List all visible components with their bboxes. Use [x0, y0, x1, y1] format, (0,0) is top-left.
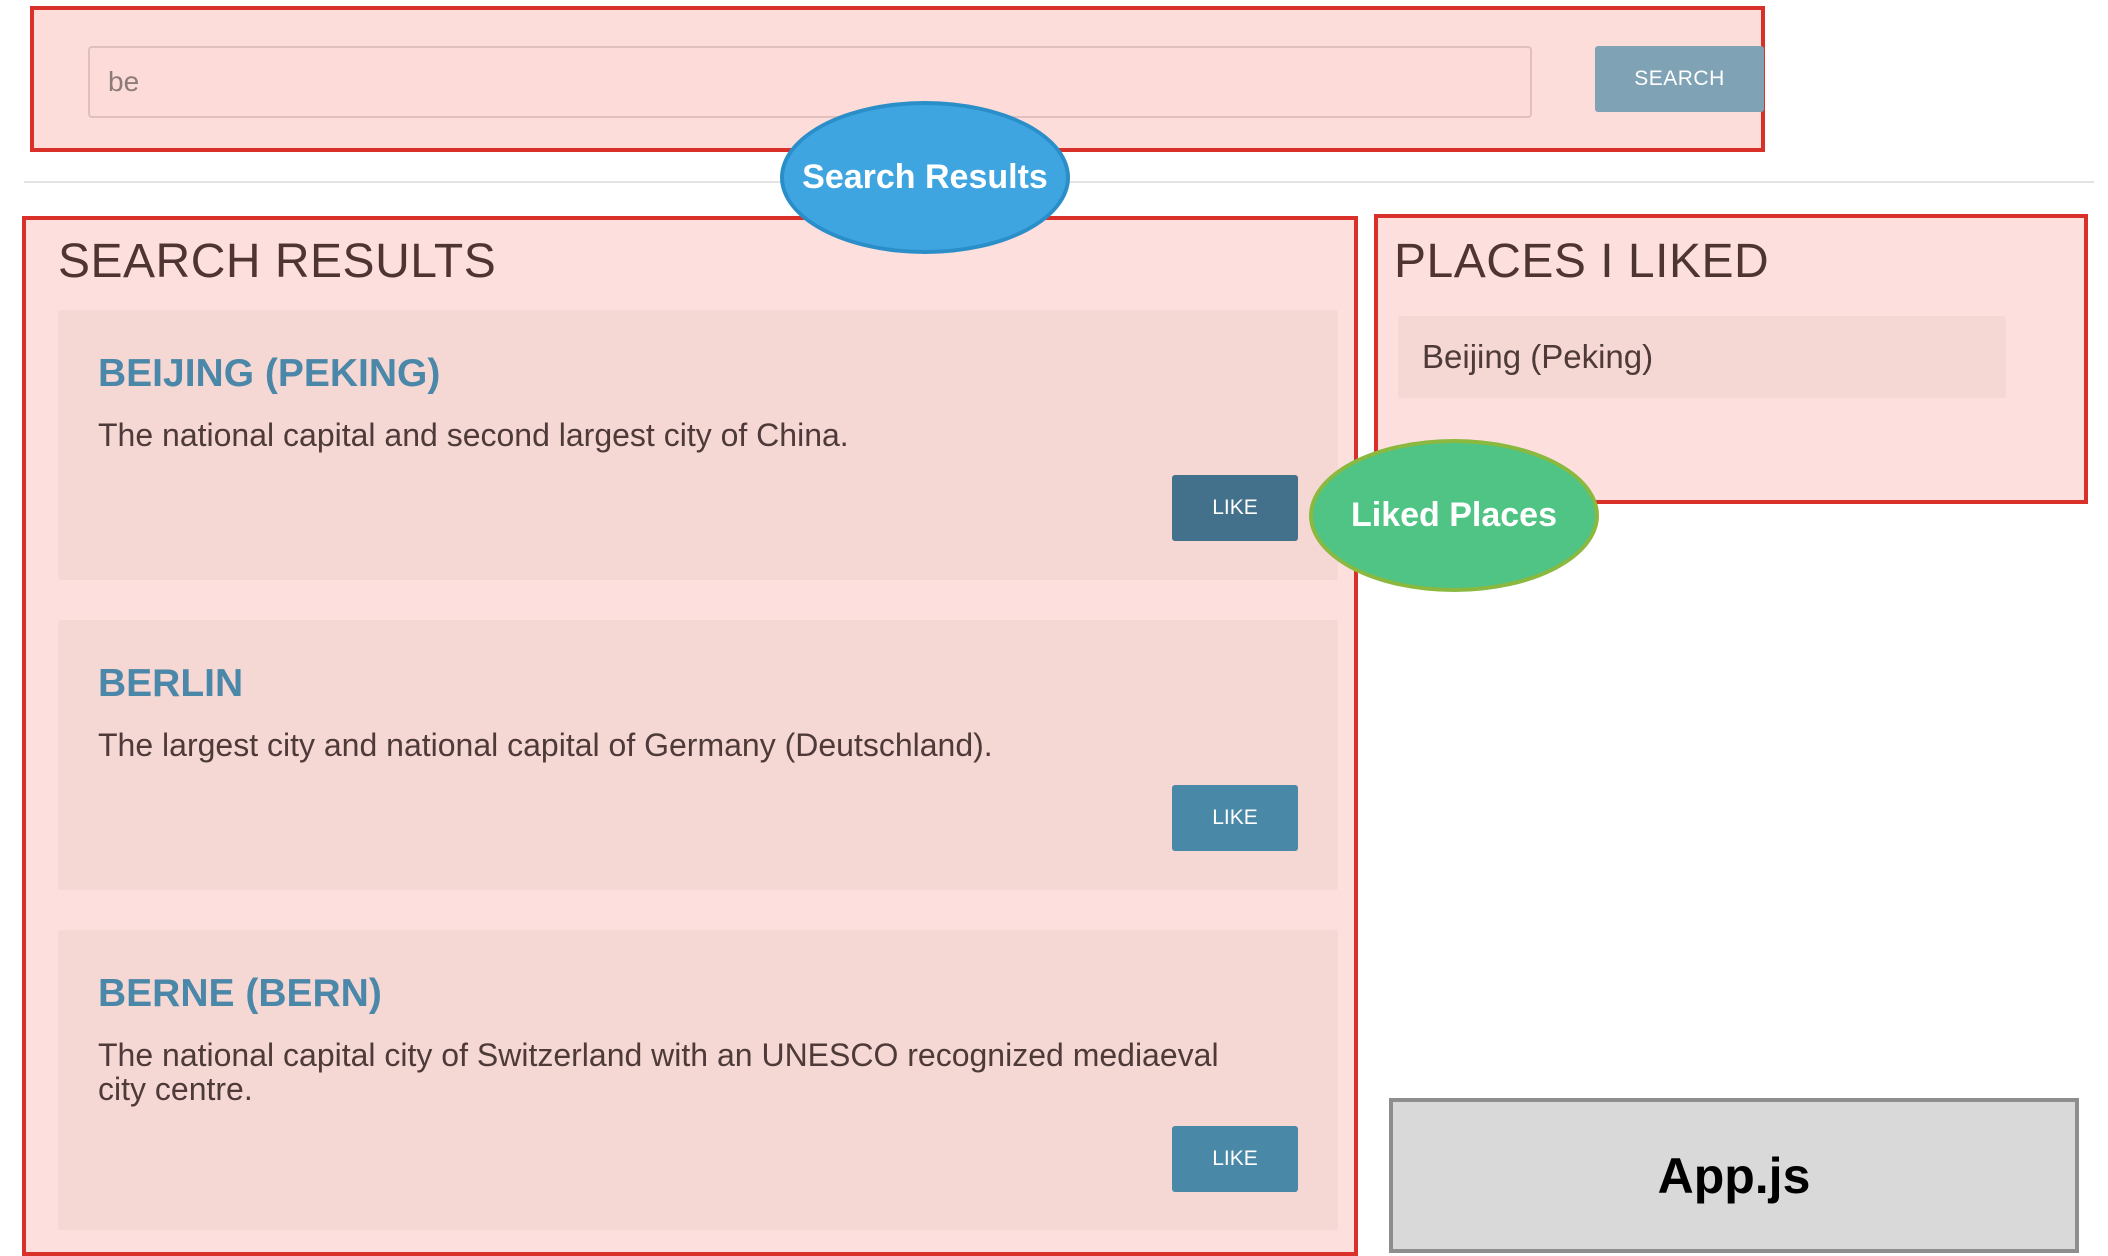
result-card: BEIJING (PEKING) The national capital an… [58, 310, 1338, 580]
like-button[interactable]: LIKE [1172, 785, 1298, 851]
liked-places-callout: Liked Places [1309, 439, 1599, 592]
search-results-panel: SEARCH RESULTS BEIJING (PEKING) The nati… [22, 216, 1358, 1256]
result-name: BERNE (BERN) [98, 972, 382, 1015]
search-results-callout: Search Results [780, 101, 1070, 254]
search-button[interactable]: SEARCH [1595, 46, 1764, 112]
search-input[interactable] [88, 46, 1532, 118]
like-button[interactable]: LIKE [1172, 475, 1298, 541]
result-name: BERLIN [98, 662, 244, 705]
result-description: The national capital city of Switzerland… [98, 1037, 1219, 1107]
app-component-label: App.js [1389, 1098, 2079, 1253]
result-card: BERNE (BERN) The national capital city o… [58, 930, 1338, 1230]
result-description: The national capital and second largest … [98, 417, 849, 453]
search-results-title: SEARCH RESULTS [58, 235, 497, 288]
result-name: BEIJING (PEKING) [98, 352, 441, 395]
liked-places-title: PLACES I LIKED [1394, 235, 1770, 288]
result-card: BERLIN The largest city and national cap… [58, 620, 1338, 890]
like-button[interactable]: LIKE [1172, 1126, 1298, 1192]
liked-place-item: Beijing (Peking) [1398, 316, 2006, 398]
result-description: The largest city and national capital of… [98, 727, 993, 763]
